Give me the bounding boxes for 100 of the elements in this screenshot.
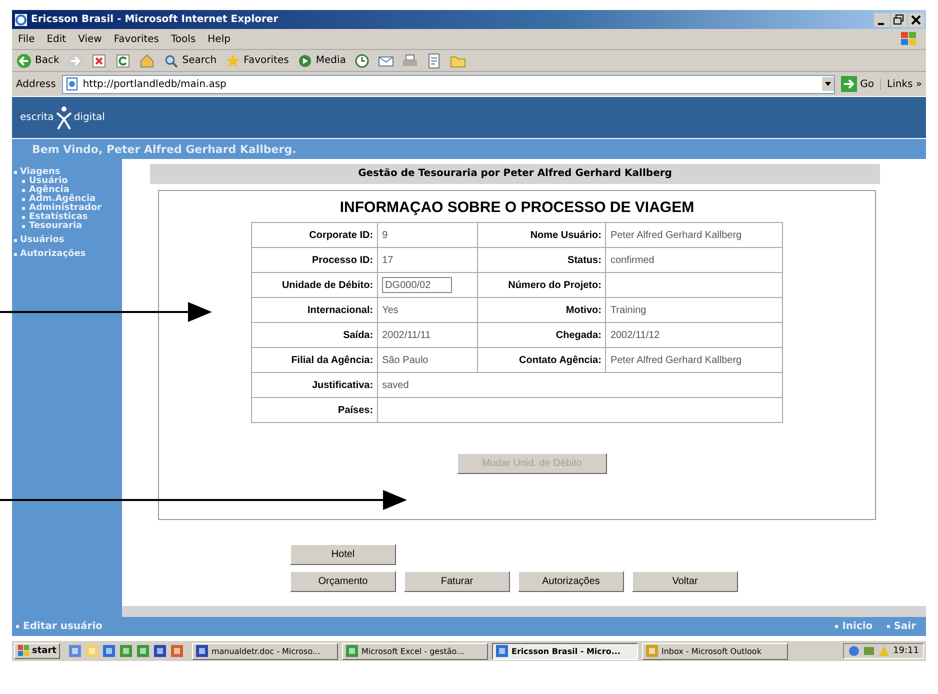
field-value: 2002/11/12 xyxy=(610,330,660,340)
action-button[interactable]: Faturar xyxy=(404,571,510,592)
history-icon[interactable] xyxy=(354,52,370,68)
field-label: Número do Projeto: xyxy=(508,280,602,290)
favorites-button[interactable]: Favorites xyxy=(224,52,289,68)
address-label: Address xyxy=(16,78,56,90)
field-value: confirmed xyxy=(610,254,654,266)
page-icon xyxy=(64,77,79,91)
document-icon[interactable] xyxy=(153,644,168,658)
taskbar-item[interactable]: Ericsson Brasil - Micro... xyxy=(492,642,638,660)
go-arrow-icon xyxy=(841,76,858,92)
taskbar-item[interactable]: manualdetr.doc - Microso... xyxy=(192,642,338,660)
logo-text: digital xyxy=(74,112,105,123)
bullet-icon xyxy=(22,216,25,219)
bullet-icon xyxy=(14,238,17,242)
field-label: Países: xyxy=(338,404,374,416)
go-button[interactable]: Go xyxy=(841,76,874,92)
bullet-icon xyxy=(22,207,25,210)
action-button[interactable]: Autorizações xyxy=(518,571,624,592)
back-icon xyxy=(16,52,32,68)
address-field[interactable]: http://portlandledb/main.asp xyxy=(62,74,836,94)
search-icon xyxy=(163,52,180,68)
bullet-icon xyxy=(835,625,838,628)
media-icon xyxy=(296,52,313,68)
menu-item[interactable]: Help xyxy=(208,34,230,44)
browser-icon[interactable] xyxy=(102,644,116,658)
menu-item[interactable]: File xyxy=(18,34,35,44)
action-button[interactable]: Orçamento xyxy=(290,571,396,592)
field-value: 17 xyxy=(382,254,394,266)
logo-text: escrita xyxy=(20,112,54,123)
start-button[interactable]: start xyxy=(14,643,60,659)
field-label: Corporate ID: xyxy=(309,230,374,240)
welcome-text: Bem Vindo, Peter Alfred Gerhard Kallberg. xyxy=(32,142,296,156)
taskbar-item[interactable]: Inbox - Microsoft Outlook xyxy=(642,642,788,660)
bullet-icon xyxy=(14,170,17,174)
menu-item[interactable]: View xyxy=(78,34,102,44)
app-icon xyxy=(196,645,208,657)
field-value: saved xyxy=(382,380,409,390)
field-label: Motivo: xyxy=(566,304,602,316)
bullet-icon xyxy=(22,198,25,201)
tray-icon xyxy=(848,645,860,657)
media-button[interactable]: Media xyxy=(296,52,346,68)
home-icon[interactable] xyxy=(139,52,156,68)
bullet-icon xyxy=(22,225,25,228)
field-value: Peter Alfred Gerhard Kallberg xyxy=(610,354,742,366)
field-label: Status: xyxy=(568,254,602,266)
field-value: 2002/11/11 xyxy=(382,330,431,340)
printer-icon[interactable] xyxy=(402,52,418,68)
bullet-icon xyxy=(14,252,17,256)
close-icon[interactable] xyxy=(908,12,924,26)
bullet-icon xyxy=(16,625,19,628)
field-label: Justificativa: xyxy=(312,380,374,390)
stop-icon[interactable] xyxy=(91,52,108,68)
desktop-icon[interactable] xyxy=(68,644,82,658)
dropdown-icon[interactable] xyxy=(822,77,834,91)
windows-flag-icon xyxy=(18,645,30,657)
bullet-icon xyxy=(22,180,25,183)
window-title: Ericsson Brasil - Microsoft Internet Explorer xyxy=(31,14,280,25)
field-label: Saída: xyxy=(343,330,374,340)
text-field[interactable]: DG000/02 xyxy=(382,277,452,293)
tray-icon xyxy=(863,645,876,657)
field-label: Contato Agência: xyxy=(519,354,602,366)
ie-icon xyxy=(14,12,28,26)
menu-item[interactable]: Edit xyxy=(46,34,66,44)
field-value: Training xyxy=(610,304,646,316)
document-icon[interactable] xyxy=(426,52,442,68)
app-icon xyxy=(496,645,508,657)
field-value: São Paulo xyxy=(382,354,428,366)
field-value: Yes xyxy=(382,304,398,316)
links-button[interactable]: Links » xyxy=(880,78,922,90)
bullet-icon xyxy=(886,625,890,628)
menu-item[interactable]: Favorites xyxy=(114,34,160,44)
action-button[interactable]: Voltar xyxy=(632,571,738,592)
presentation-icon[interactable] xyxy=(170,644,184,658)
restore-icon[interactable] xyxy=(891,12,907,26)
spreadsheet-icon[interactable] xyxy=(119,644,134,658)
clock: 19:11 xyxy=(893,646,919,656)
figure-logo-icon xyxy=(54,104,73,130)
field-label: Internacional: xyxy=(308,304,374,316)
field-label: Chegada: xyxy=(556,330,602,340)
heading-bar: Gestão de Tesouraria por Peter Alfred Gerhard Kallberg xyxy=(150,164,880,184)
refresh-icon[interactable] xyxy=(115,52,132,68)
app-icon xyxy=(346,645,358,657)
field-label: Nome Usuário: xyxy=(530,230,602,240)
tray-icon xyxy=(878,645,890,657)
search-button[interactable]: Search xyxy=(163,52,217,68)
panel-title: INFORMAÇAO SOBRE O PROCESSO DE VIAGEM xyxy=(340,199,694,216)
spreadsheet-icon[interactable] xyxy=(136,644,150,658)
action-button[interactable]: Hotel xyxy=(290,544,396,565)
bullet-icon xyxy=(22,189,25,192)
minimize-icon[interactable] xyxy=(874,12,890,26)
taskbar-item[interactable]: Microsoft Excel - gestão... xyxy=(342,642,488,660)
field-value: 9 xyxy=(382,230,388,240)
app-icon xyxy=(646,645,658,657)
field-label: Processo ID: xyxy=(312,254,374,266)
field-label: Unidade de Débito: xyxy=(282,280,374,290)
field-value: Peter Alfred Gerhard Kallberg xyxy=(610,230,742,240)
menu-item[interactable]: Tools xyxy=(171,34,196,44)
back-button[interactable]: Back xyxy=(16,52,60,68)
star-icon xyxy=(224,52,241,68)
